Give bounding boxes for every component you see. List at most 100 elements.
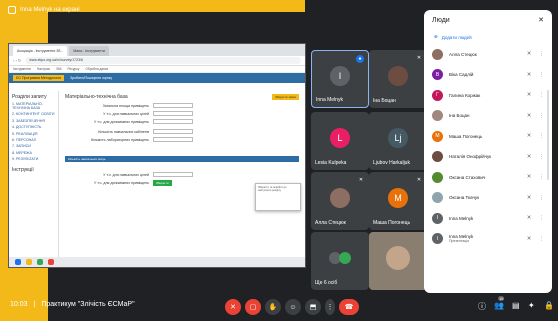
app-icon: [48, 259, 54, 265]
participant-name: Алла Стецюк: [315, 220, 346, 226]
captions-button[interactable]: ☺: [285, 299, 301, 315]
more-options-button[interactable]: ⋮: [325, 299, 335, 315]
sidebar-item: 3. ЗАБЕЗПЕЧЕННЯ: [12, 118, 45, 123]
more-options-icon[interactable]: ⋮: [539, 51, 544, 57]
browser-tab: Мапа - Інструменти: [69, 46, 109, 56]
activities-icon[interactable]: ✦: [528, 301, 535, 310]
sidebar-section: Інструкції: [12, 167, 34, 174]
person-row[interactable]: Наталія Онофрійчук ✕ ⋮: [424, 147, 552, 168]
main-title: Матеріально-технічна база: [65, 94, 128, 100]
add-person-icon: ⊕: [434, 34, 438, 39]
form-row: Кількість лабораторних приміщень: [65, 137, 299, 142]
lock-icon[interactable]: 🔒: [544, 301, 554, 310]
avatar: M: [388, 188, 408, 209]
meeting-name: Практикум "Злічість ЄСМаР": [41, 301, 135, 308]
more-options-icon[interactable]: ⋮: [539, 174, 544, 180]
mic-off-icon[interactable]: ✕: [525, 236, 533, 242]
field-label: У т.ч. для допоміжних приміщень: [93, 181, 149, 185]
camera-toggle-button[interactable]: ▢: [245, 299, 261, 315]
person-row[interactable]: I Inna Melnyk Презентація ✕ ⋮: [424, 229, 552, 250]
self-view-tile[interactable]: [369, 232, 427, 290]
chat-icon[interactable]: ▤: [512, 301, 520, 310]
form-row: Кількість навчальних кабінетів: [65, 129, 299, 134]
more-options-icon[interactable]: ⋮: [539, 92, 544, 98]
sidebar-item: 7. ЗАПИСИ: [12, 144, 31, 149]
mic-off-icon: ✕: [416, 55, 422, 61]
form-row: У т.ч. для допоміжних приміщень: [65, 119, 299, 124]
mic-off-icon[interactable]: ✕: [525, 72, 533, 78]
person-name-text: Наталія Онофрійчук: [449, 154, 492, 160]
field-input: [153, 119, 193, 124]
participant-tile[interactable]: ✕ Іна Боцан: [369, 50, 427, 108]
avatar: М: [432, 130, 443, 142]
more-options-icon[interactable]: ⋮: [539, 72, 544, 78]
person-row[interactable]: I Inna Melnyk ✕ ⋮: [424, 208, 552, 229]
person-row[interactable]: Оксана Ткачук ✕ ⋮: [424, 188, 552, 209]
site-sidebar: Розділи запиту 1. МАТЕРІАЛЬНО-ТЕХНІЧНА Б…: [9, 91, 59, 257]
sidebar-item: 9. РЕЗУЛЬТАТИ: [12, 157, 39, 162]
close-icon[interactable]: ✕: [538, 16, 544, 24]
mic-off-icon[interactable]: ✕: [525, 215, 533, 221]
speaking-icon: ●: [356, 55, 364, 63]
avatar: [432, 192, 443, 204]
form-row: У т.ч. для навчальних цілей: [65, 111, 299, 116]
person-name: Inna Melnyk Презентація: [449, 234, 519, 244]
participant-tile[interactable]: I ● Inna Melnyk: [311, 50, 369, 108]
people-button[interactable]: 16 👥: [494, 296, 505, 310]
field-label: Загальна площа приміщень: [102, 103, 149, 108]
person-row[interactable]: М Маша Погонець ✕ ⋮: [424, 126, 552, 147]
more-options-icon[interactable]: ⋮: [539, 236, 544, 242]
participant-tile[interactable]: L Lesia Kulpeka: [311, 112, 369, 170]
meet-window: Inna Melnyk на екрані Асоціація - Інстру…: [0, 0, 558, 321]
person-row[interactable]: Алла Стецюк ✕ ⋮: [424, 44, 552, 65]
person-name-text: Оксана Ткачук: [449, 195, 480, 201]
mic-off-icon[interactable]: ✕: [525, 154, 533, 160]
site-body: Розділи запиту 1. МАТЕРІАЛЬНО-ТЕХНІЧНА Б…: [9, 91, 305, 257]
person-name: Іна Боцан: [449, 113, 519, 118]
more-options-icon[interactable]: ⋮: [539, 195, 544, 201]
mic-off-icon[interactable]: ✕: [525, 113, 533, 119]
more-options-icon[interactable]: ⋮: [539, 113, 544, 119]
mic-toggle-button[interactable]: ✕: [225, 299, 241, 315]
mic-off-icon[interactable]: ✕: [525, 92, 533, 98]
participant-tile[interactable]: ✕ Алла Стецюк: [311, 172, 369, 230]
mic-off-icon[interactable]: ✕: [525, 195, 533, 201]
participant-tile[interactable]: Lj Ljubov Harkaljuk: [369, 112, 427, 170]
scrollbar[interactable]: [547, 90, 549, 180]
person-name: Галина Коржак: [449, 93, 519, 98]
person-row[interactable]: Іна Боцан ✕ ⋮: [424, 106, 552, 127]
more-options-icon[interactable]: ⋮: [539, 133, 544, 139]
os-taskbar: [9, 257, 305, 267]
avatar: L: [330, 128, 350, 149]
present-button[interactable]: ⬒: [305, 299, 321, 315]
app-icon: [26, 259, 32, 265]
field-input: [153, 103, 193, 108]
person-row[interactable]: Г Галина Коржак ✕ ⋮: [424, 85, 552, 106]
mic-off-icon[interactable]: ✕: [525, 133, 533, 139]
end-call-button[interactable]: ☎: [339, 299, 359, 315]
more-options-icon[interactable]: ⋮: [539, 154, 544, 160]
info-icon[interactable]: ⓘ: [478, 301, 486, 312]
mic-off-icon[interactable]: ✕: [525, 174, 533, 180]
clock: 10:03: [10, 301, 28, 308]
person-name-text: Inna Melnyk: [449, 233, 474, 239]
save-button: Зберегти: [153, 180, 172, 186]
field-label: Кількість навчальних кабінетів: [98, 129, 149, 134]
more-participants-tile[interactable]: Ще 6 осіб: [311, 232, 369, 290]
person-row[interactable]: В Віка Садлій ✕ ⋮: [424, 65, 552, 86]
form-row: У т.ч. для навчальних цілей: [65, 172, 299, 177]
participant-name: Inna Melnyk: [316, 97, 343, 103]
add-people-button[interactable]: ⊕ Додати людей: [424, 30, 552, 44]
person-name: Алла Стецюк: [449, 52, 519, 57]
field-label: У т.ч. для допоміжних приміщень: [93, 119, 149, 124]
mic-off-icon[interactable]: ✕: [525, 51, 533, 57]
panel-title: Люди: [432, 16, 450, 24]
participant-tile[interactable]: M ✕ Маша Погонець: [369, 172, 427, 230]
url-field: www.ekpo.org.ua/rc/survey/1723/6: [25, 57, 301, 64]
sidebar-title: Розділи запиту: [12, 94, 47, 100]
raise-hand-button[interactable]: ✋: [265, 299, 281, 315]
person-name: Віка Садлій: [449, 72, 519, 77]
person-row[interactable]: Оксана Стахович ✕ ⋮: [424, 167, 552, 188]
app-icon: [15, 259, 21, 265]
more-options-icon[interactable]: ⋮: [539, 215, 544, 221]
